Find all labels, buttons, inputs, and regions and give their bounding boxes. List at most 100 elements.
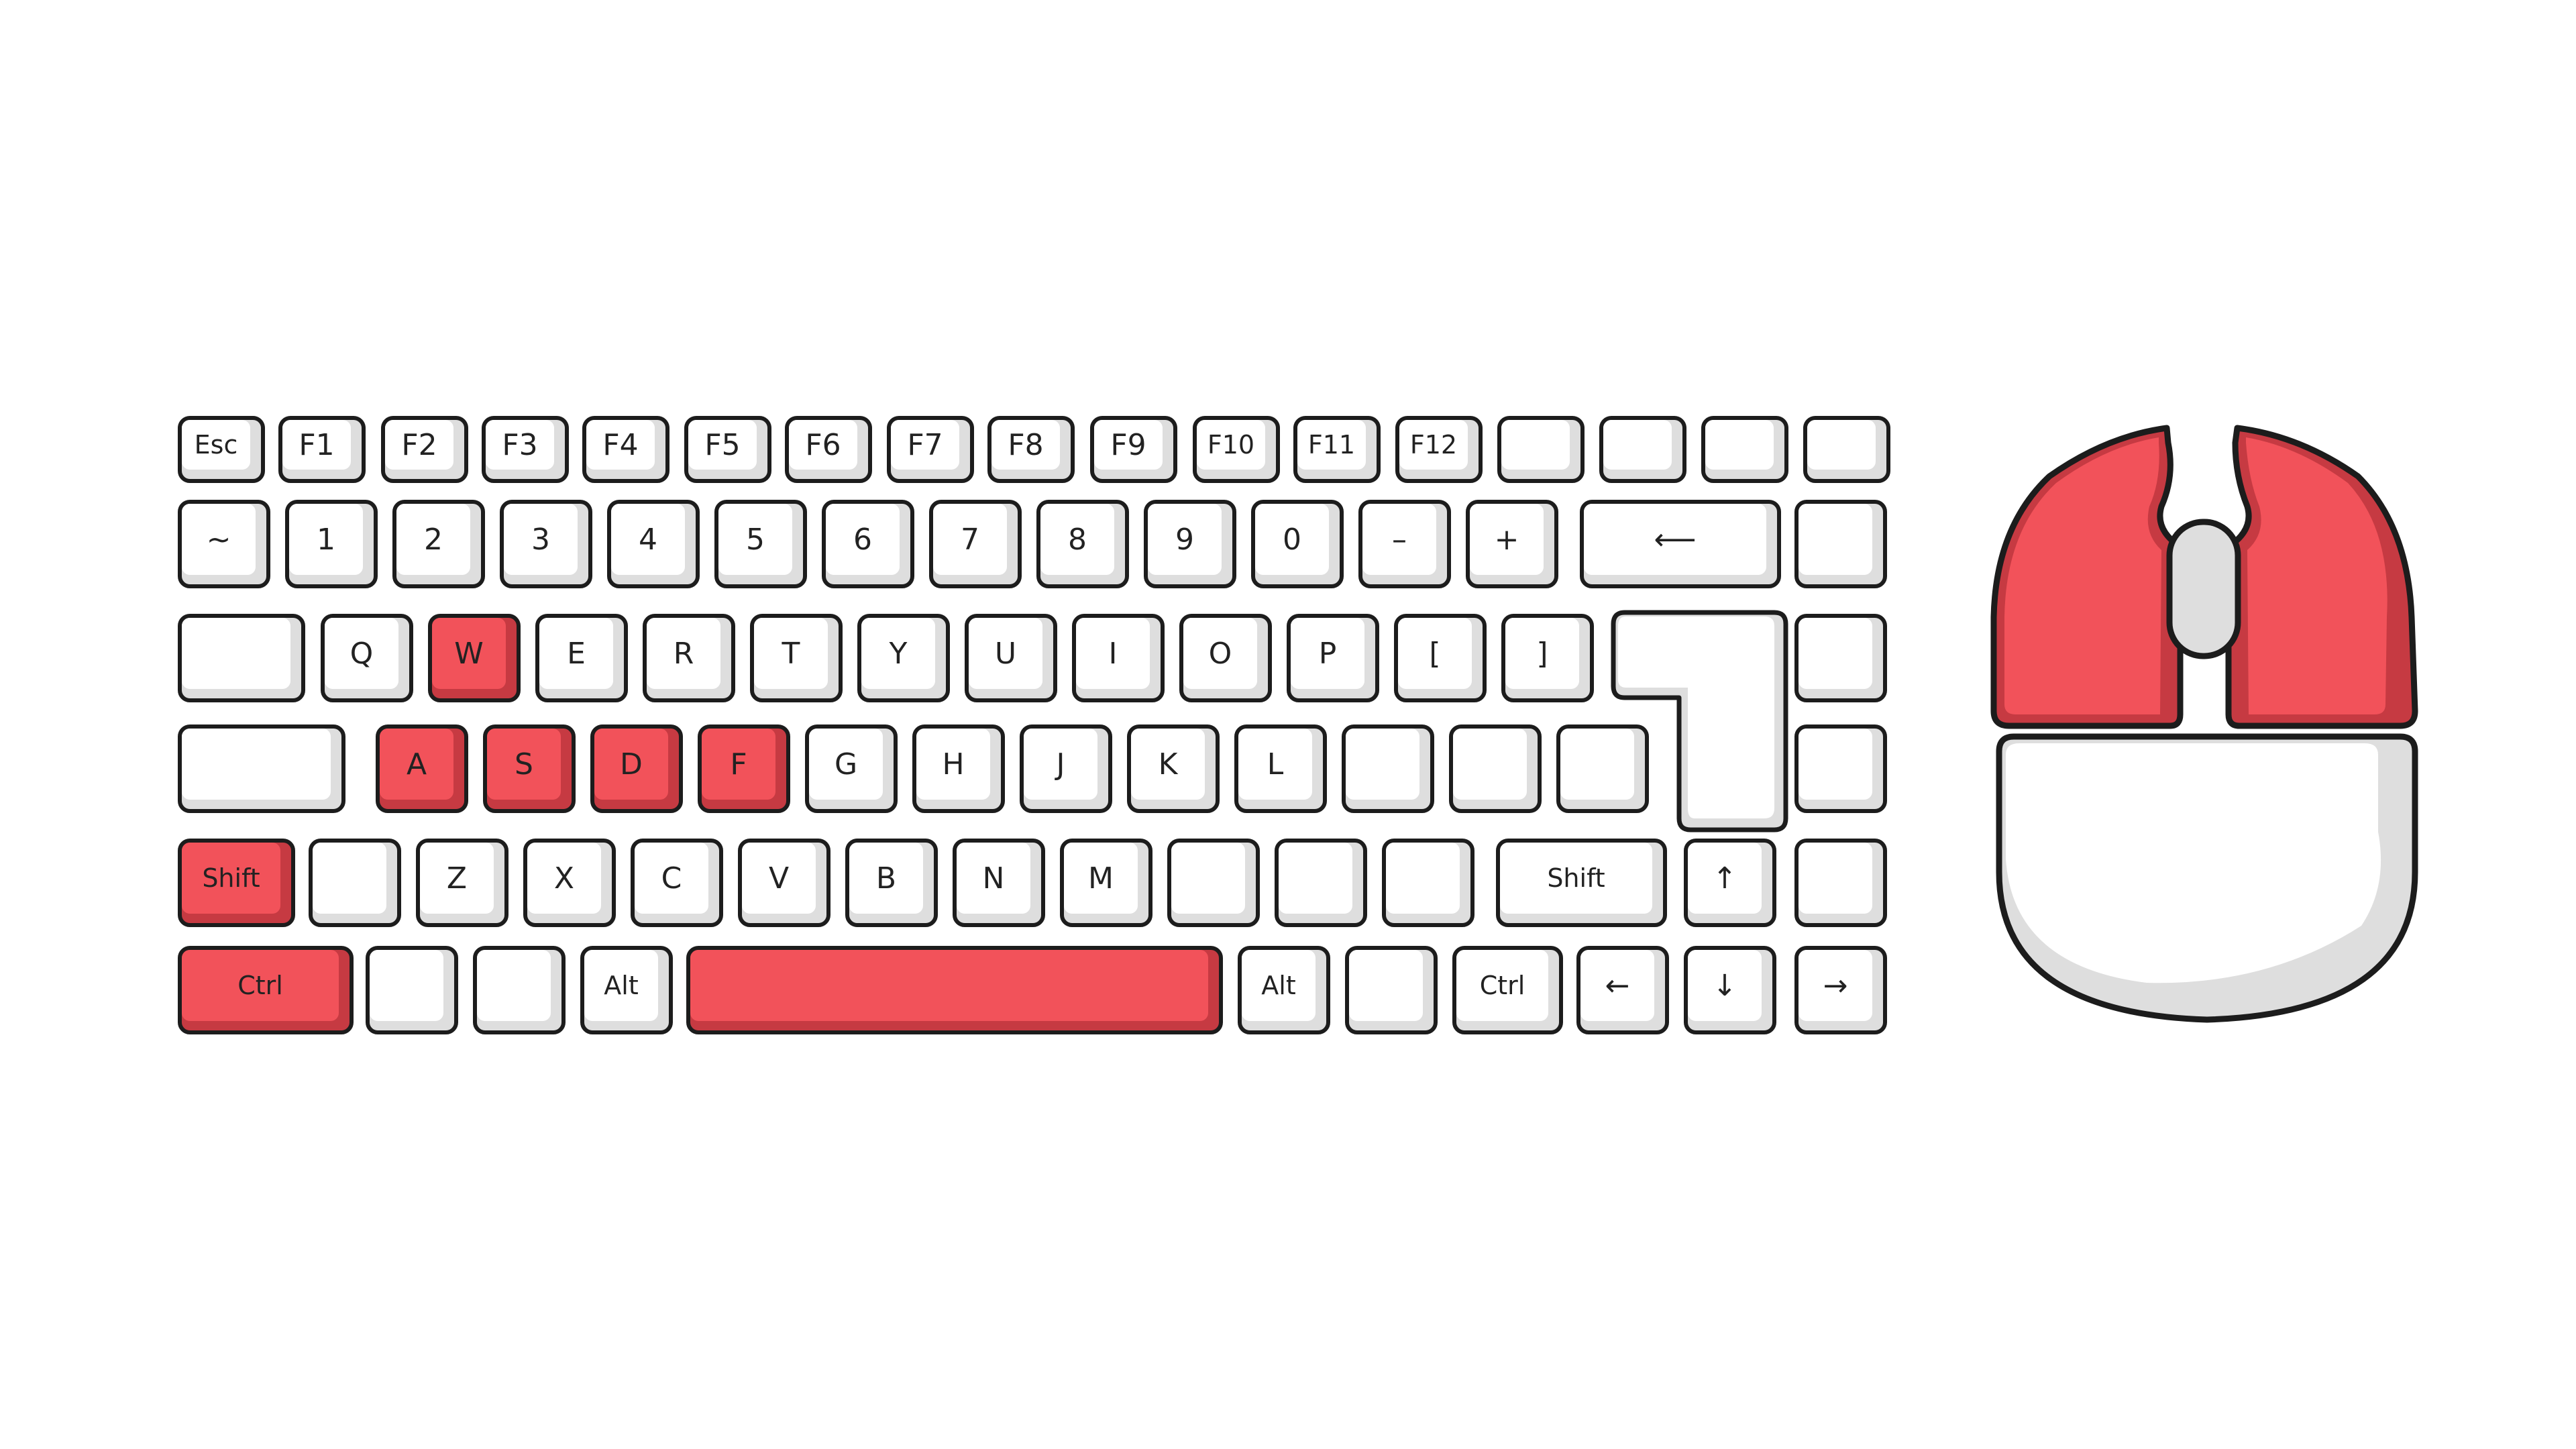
key-f11[interactable]: F11 — [1293, 416, 1381, 483]
key-blank[interactable] — [1794, 614, 1887, 702]
key-v[interactable]: V — [738, 839, 830, 927]
key-tilde[interactable]: ~ — [178, 500, 270, 588]
key-f9[interactable]: F9 — [1090, 416, 1177, 483]
key-y[interactable]: Y — [857, 614, 950, 702]
key-backspace[interactable]: ⟵ — [1580, 500, 1781, 588]
key-u[interactable]: U — [965, 614, 1057, 702]
key-f6[interactable]: F6 — [785, 416, 872, 483]
key-label — [1501, 420, 1570, 470]
key-w[interactable]: W — [428, 614, 521, 702]
key-f[interactable]: F — [698, 724, 790, 813]
key-label: Esc — [182, 420, 250, 470]
key-label: F2 — [385, 420, 453, 470]
key-g[interactable]: G — [805, 724, 898, 813]
key-blank[interactable] — [1342, 724, 1434, 813]
key-t[interactable]: T — [750, 614, 843, 702]
key-h[interactable]: H — [912, 724, 1005, 813]
key-o[interactable]: O — [1179, 614, 1272, 702]
key-f5[interactable]: F5 — [684, 416, 771, 483]
key-f4[interactable]: F4 — [582, 416, 669, 483]
key-blank[interactable] — [1345, 946, 1438, 1034]
key-down[interactable]: ↓ — [1684, 946, 1776, 1034]
key-4[interactable]: 4 — [607, 500, 700, 588]
key-blank[interactable] — [1794, 839, 1887, 927]
key-blank[interactable] — [1449, 724, 1542, 813]
key-k[interactable]: K — [1127, 724, 1220, 813]
key-l[interactable]: L — [1234, 724, 1327, 813]
key-f3[interactable]: F3 — [482, 416, 569, 483]
key-6[interactable]: 6 — [822, 500, 914, 588]
key-lalt[interactable]: Alt — [580, 946, 673, 1034]
key-esc[interactable]: Esc — [178, 416, 265, 483]
key-blank[interactable] — [1701, 416, 1788, 483]
key-9[interactable]: 9 — [1144, 500, 1236, 588]
key-blank[interactable] — [1599, 416, 1686, 483]
key-5[interactable]: 5 — [714, 500, 807, 588]
key-plus[interactable]: + — [1466, 500, 1558, 588]
key-blank[interactable] — [1497, 416, 1585, 483]
key-rctrl[interactable]: Ctrl — [1452, 946, 1563, 1034]
key-minus[interactable]: – — [1358, 500, 1451, 588]
key-f1[interactable]: F1 — [278, 416, 366, 483]
key-label — [182, 618, 290, 689]
key-2[interactable]: 2 — [392, 500, 485, 588]
key-enter[interactable] — [1610, 607, 1791, 835]
key-rshift[interactable]: Shift — [1496, 839, 1667, 927]
key-a[interactable]: A — [376, 724, 468, 813]
key-s[interactable]: S — [483, 724, 576, 813]
key-lctrl[interactable]: Ctrl — [178, 946, 354, 1034]
key-z[interactable]: Z — [416, 839, 508, 927]
key-c[interactable]: C — [631, 839, 723, 927]
key-tab[interactable] — [178, 614, 305, 702]
key-f2[interactable]: F2 — [381, 416, 468, 483]
key-label: + — [1470, 504, 1544, 575]
key-8[interactable]: 8 — [1036, 500, 1129, 588]
key-up[interactable]: ↑ — [1684, 839, 1776, 927]
key-label: C — [635, 843, 708, 914]
key-label: G — [809, 729, 883, 800]
key-d[interactable]: D — [590, 724, 683, 813]
key-f8[interactable]: F8 — [987, 416, 1075, 483]
key-0[interactable]: 0 — [1251, 500, 1344, 588]
key-blank[interactable] — [1794, 500, 1887, 588]
key-caps[interactable] — [178, 724, 345, 813]
key-e[interactable]: E — [535, 614, 628, 702]
key-f10[interactable]: F10 — [1193, 416, 1280, 483]
key-ralt[interactable]: Alt — [1238, 946, 1330, 1034]
key-blank[interactable] — [366, 946, 458, 1034]
key-blank[interactable] — [1794, 724, 1887, 813]
key-blank[interactable] — [1382, 839, 1474, 927]
key-lbracket[interactable]: [ — [1394, 614, 1487, 702]
key-7[interactable]: 7 — [929, 500, 1022, 588]
key-right[interactable]: → — [1794, 946, 1887, 1034]
key-label: K — [1131, 729, 1205, 800]
key-blank[interactable] — [1803, 416, 1890, 483]
key-label — [477, 950, 551, 1021]
key-1[interactable]: 1 — [285, 500, 378, 588]
key-i[interactable]: I — [1072, 614, 1165, 702]
key-space[interactable] — [686, 946, 1223, 1034]
key-r[interactable]: R — [643, 614, 735, 702]
mouse-left-button-face — [2004, 437, 2161, 714]
key-x[interactable]: X — [523, 839, 616, 927]
key-blank[interactable] — [1167, 839, 1260, 927]
key-j[interactable]: J — [1020, 724, 1112, 813]
key-blank[interactable] — [309, 839, 401, 927]
key-f12[interactable]: F12 — [1395, 416, 1483, 483]
key-m[interactable]: M — [1060, 839, 1152, 927]
key-label: F10 — [1197, 420, 1265, 470]
key-label: [ — [1398, 618, 1472, 689]
key-left[interactable]: ← — [1576, 946, 1669, 1034]
key-p[interactable]: P — [1287, 614, 1379, 702]
key-label — [1799, 504, 1872, 575]
key-3[interactable]: 3 — [500, 500, 592, 588]
key-q[interactable]: Q — [321, 614, 413, 702]
key-blank[interactable] — [473, 946, 566, 1034]
key-label — [1799, 843, 1872, 914]
key-rbracket[interactable]: ] — [1501, 614, 1594, 702]
key-f7[interactable]: F7 — [887, 416, 974, 483]
key-b[interactable]: B — [845, 839, 938, 927]
key-blank[interactable] — [1275, 839, 1367, 927]
key-lshift[interactable]: Shift — [178, 839, 295, 927]
key-n[interactable]: N — [953, 839, 1045, 927]
